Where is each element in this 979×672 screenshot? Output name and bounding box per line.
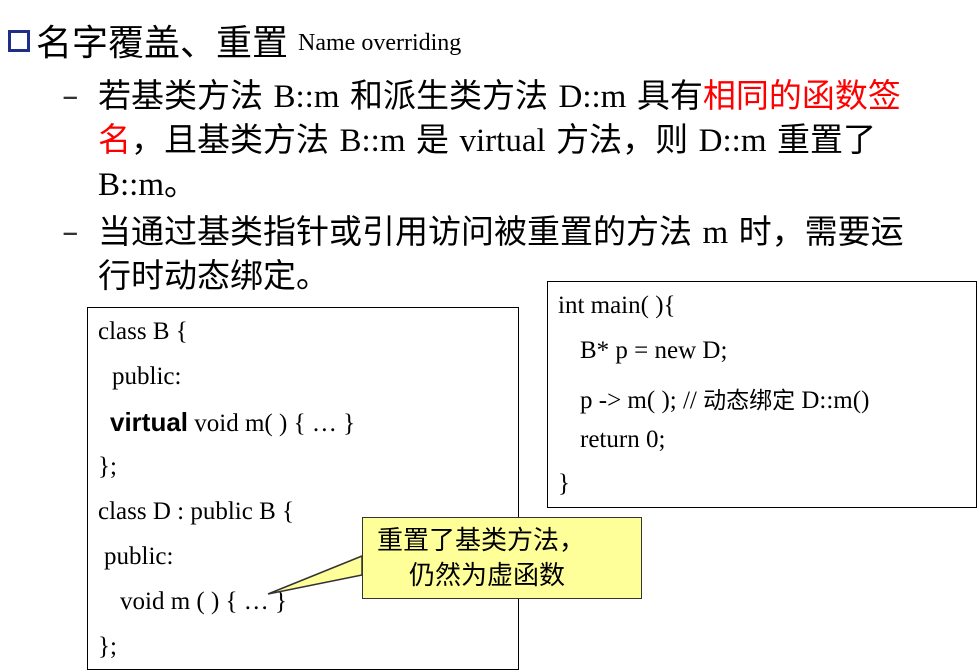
bullet-line: B::m。 [98,162,197,207]
code-line: p -> m( ); // 动态绑定 D::m() [580,381,869,415]
text-span: B::m [339,123,406,159]
dash-marker: – [62,76,79,115]
highlighted-text: 相同的函数签 [702,76,901,115]
bullet-line: 行时动态绑定。 [98,254,329,298]
code-line: } [558,470,570,497]
text-span: D::m [558,79,627,115]
text-span: 。 [164,164,198,203]
code-text: D::m() [795,387,870,414]
code-line: public: [104,543,174,570]
bullet-line: 名，且基类方法 B::m 是 virtual 方法，则 D::m 重置了 [98,118,876,163]
bullet-overriding-rule: – 若基类方法 B::m 和派生类方法 D::m 具有相同的函数签 名，且基类方… [62,74,962,206]
code-box-class-definitions: class B { public: virtual void m( ) { … … [87,307,519,670]
virtual-keyword: virtual [110,407,189,437]
text-span: 重置了 [766,120,876,159]
slide-title: 名字覆盖、重置 Name overriding [8,14,461,66]
code-comment-chinese: 动态绑定 [703,388,796,414]
code-line: class D : public B { [98,498,295,525]
code-line: return 0; [580,426,666,453]
code-text: void m( ) { … } [188,410,356,437]
code-line: int main( ){ [558,292,676,319]
callout-note: 重置了基类方法， 仍然为虚函数 [362,517,642,599]
text-span: 时，需要运 [728,212,904,251]
text-span: 行时动态绑定。 [98,256,329,295]
code-line: virtual void m( ) { … } [110,407,355,438]
bullet-line: 当通过基类指针或引用访问被重置的方法 m 时，需要运 [98,210,904,255]
title-chinese: 名字覆盖、重置 [36,23,289,64]
code-line: B* p = new D; [580,337,728,364]
text-span: 和派生类方法 [339,76,559,115]
text-span: 是 [405,120,460,159]
text-span: 方法，则 [545,120,699,159]
code-line: public: [112,363,182,390]
text-span: D::m [698,123,767,159]
text-span: virtual [459,123,546,159]
callout-line: 仍然为虚函数 [409,561,566,591]
dash-marker: – [62,212,79,251]
code-box-main-function: int main( ){ B* p = new D; p -> m( ); //… [547,281,977,508]
text-span: 若基类方法 [98,76,274,115]
text-span: ，且基类方法 [131,120,340,159]
highlighted-text: 名 [98,120,131,159]
callout-line: 重置了基类方法， [377,526,586,556]
code-line: }; [98,453,117,480]
title-english: Name overriding [298,29,462,56]
square-bullet-icon [8,30,30,52]
code-text: p -> m( ); // [580,387,704,414]
text-span: m [702,215,729,251]
text-span: B::m [98,167,165,203]
code-line: }; [98,633,117,660]
code-line: void m ( ) { … } [120,588,288,615]
text-span: 当通过基类指针或引用访问被重置的方法 [98,212,703,251]
code-line: class B { [98,318,188,345]
text-span: B::m [273,79,340,115]
bullet-line: 若基类方法 B::m 和派生类方法 D::m 具有相同的函数签 [98,74,901,119]
text-span: 具有 [626,76,703,115]
